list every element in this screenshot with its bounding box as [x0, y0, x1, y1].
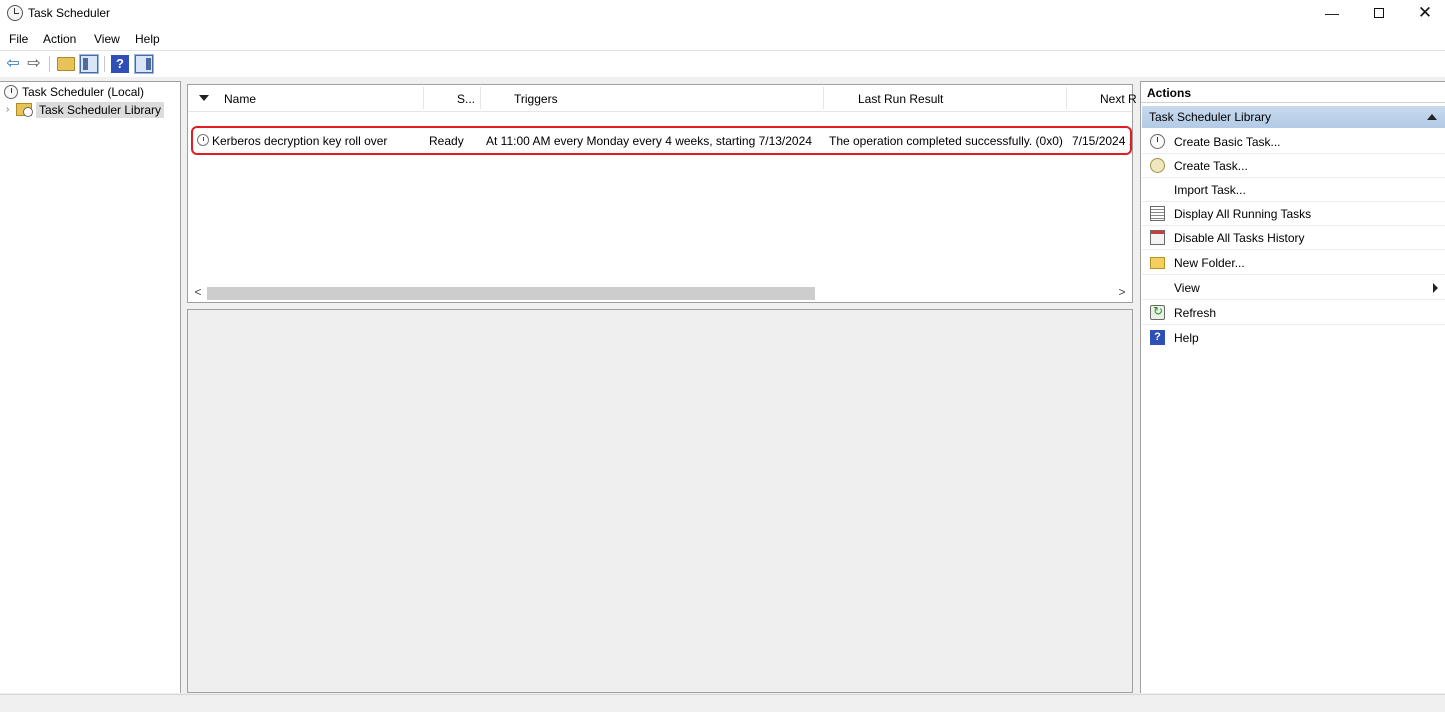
sort-down-icon[interactable]: [199, 95, 209, 101]
toolbar-separator: [104, 56, 105, 72]
clock-icon: [1150, 134, 1165, 149]
up-folder-icon[interactable]: [57, 57, 75, 71]
action-label: Refresh: [1174, 306, 1217, 320]
column-separator[interactable]: [480, 87, 481, 109]
action-label: Import Task...: [1174, 183, 1246, 197]
show-hide-action-pane-icon[interactable]: [134, 54, 154, 74]
maximize-button[interactable]: [1356, 0, 1402, 28]
maximize-icon: [1374, 8, 1384, 18]
actions-pane: Actions Task Scheduler Library Create Ba…: [1140, 81, 1445, 693]
help-icon[interactable]: ?: [111, 55, 129, 73]
console-tree: Task Scheduler (Local) › Task Scheduler L…: [0, 81, 181, 693]
help-icon: ?: [1150, 330, 1165, 345]
folder-clock-icon: [16, 103, 33, 118]
action-label: Display All Running Tasks: [1174, 207, 1312, 221]
status-bar: [0, 694, 1445, 712]
action-label: View: [1174, 281, 1200, 295]
actions-section-label: Task Scheduler Library: [1149, 110, 1272, 124]
refresh-icon: [1150, 304, 1165, 320]
tree-item-label: Task Scheduler Library: [36, 101, 165, 118]
column-header-next-run[interactable]: Next R: [1100, 92, 1137, 106]
action-import-task[interactable]: Import Task...: [1142, 178, 1445, 202]
menu-view[interactable]: View: [94, 32, 120, 46]
close-button[interactable]: ✕: [1402, 0, 1445, 28]
menu-bar: File Action View Help: [0, 28, 1445, 50]
actions-title: Actions: [1147, 86, 1192, 100]
calendar-icon: [1150, 230, 1165, 245]
toolbar: ⇦ ⇨ ?: [0, 50, 1445, 76]
menu-help[interactable]: Help: [135, 32, 160, 46]
tree-item-task-scheduler-local[interactable]: Task Scheduler (Local): [4, 84, 144, 102]
folder-icon: [1150, 257, 1165, 269]
actions-header: Actions: [1141, 82, 1445, 103]
action-help[interactable]: ? Help: [1142, 326, 1445, 350]
column-separator[interactable]: [1066, 87, 1067, 109]
horizontal-scrollbar[interactable]: < >: [188, 284, 1132, 302]
action-label: Disable All Tasks History: [1174, 231, 1305, 245]
minimize-button[interactable]: —: [1309, 0, 1355, 28]
scroll-left-icon[interactable]: <: [190, 285, 206, 299]
task-row[interactable]: [188, 149, 1132, 169]
task-detail-pane: [187, 309, 1133, 693]
action-label: Create Task...: [1174, 159, 1248, 173]
clock-icon: [4, 84, 18, 99]
title-bar: Task Scheduler — ✕: [0, 0, 1445, 28]
task-list-header: Name S... Triggers Last Run Result Next …: [188, 85, 1137, 112]
window-title: Task Scheduler: [28, 6, 111, 20]
submenu-arrow-icon: [1433, 283, 1438, 293]
menu-action[interactable]: Action: [43, 32, 76, 46]
toolbar-separator: [49, 56, 50, 72]
forward-arrow-icon[interactable]: ⇨: [25, 55, 43, 73]
menu-file[interactable]: File: [9, 32, 28, 46]
action-disable-all-tasks-history[interactable]: Disable All Tasks History: [1142, 226, 1445, 250]
action-refresh[interactable]: Refresh: [1142, 301, 1445, 325]
column-separator[interactable]: [423, 87, 424, 109]
collapse-caret-icon[interactable]: [1427, 114, 1437, 120]
list-icon: [1150, 206, 1165, 221]
action-create-basic-task[interactable]: Create Basic Task...: [1142, 130, 1445, 154]
column-header-status[interactable]: S...: [457, 92, 475, 106]
column-separator[interactable]: [823, 87, 824, 109]
back-arrow-icon[interactable]: ⇦: [4, 55, 22, 73]
show-hide-console-tree-icon[interactable]: [79, 54, 99, 74]
task-icon: [1150, 158, 1165, 173]
task-row[interactable]: [188, 168, 1132, 188]
action-create-task[interactable]: Create Task...: [1142, 154, 1445, 178]
scroll-right-icon[interactable]: >: [1114, 285, 1130, 299]
column-header-triggers[interactable]: Triggers: [514, 92, 558, 106]
action-display-all-running-tasks[interactable]: Display All Running Tasks: [1142, 202, 1445, 226]
action-label: New Folder...: [1174, 256, 1245, 270]
chevron-right-icon[interactable]: ›: [6, 104, 16, 115]
actions-section-header[interactable]: Task Scheduler Library: [1142, 106, 1445, 128]
task-scheduler-app-icon: [7, 5, 23, 21]
tree-item-task-scheduler-library[interactable]: › Task Scheduler Library: [6, 101, 165, 120]
action-label: Create Basic Task...: [1174, 135, 1281, 149]
column-header-last-run-result[interactable]: Last Run Result: [858, 92, 943, 106]
task-list-pane: Name S... Triggers Last Run Result Next …: [187, 84, 1137, 303]
action-view[interactable]: View: [1142, 276, 1445, 300]
action-new-folder[interactable]: New Folder...: [1142, 251, 1445, 275]
tree-item-label: Task Scheduler (Local): [22, 84, 145, 99]
column-header-name[interactable]: Name: [224, 92, 256, 106]
scrollbar-thumb[interactable]: [207, 287, 815, 300]
action-label: Help: [1174, 331, 1199, 345]
